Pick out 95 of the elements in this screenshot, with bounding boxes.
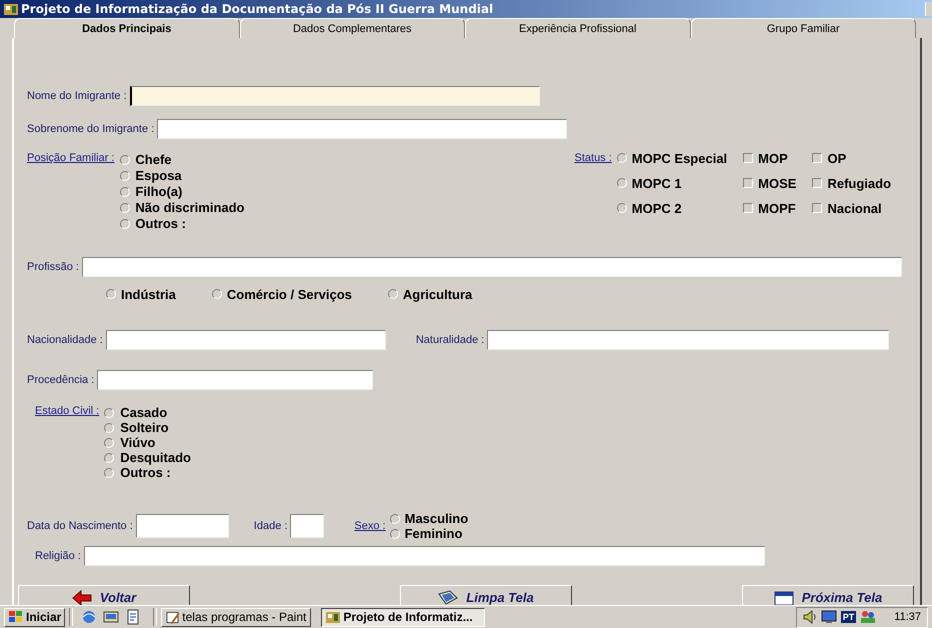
field-label[interactable]: Sexo : [354,520,386,532]
field-label: Religião : [35,550,81,562]
field-label: Nacionalidade : [27,334,103,346]
option-label: Casado [120,405,168,420]
globe-icon[interactable] [81,609,98,625]
option-label: Comércio / Serviços [226,286,352,302]
option-label: Solteiro [120,420,169,435]
monitor-icon [820,610,837,624]
windows-logo-icon [8,610,24,624]
radio-button[interactable] [120,202,130,212]
field-label: Nome do Imigrante : [27,90,127,102]
radio-button[interactable] [120,218,130,228]
option-label: Viúvo [120,435,156,450]
option-label: Refugiado [827,176,892,190]
input-field[interactable] [487,330,890,350]
input-field[interactable] [84,546,765,566]
checkbox[interactable] [812,153,822,163]
radio-button[interactable] [390,528,400,538]
radio-button[interactable] [120,170,130,180]
desktop-icon[interactable] [103,609,120,625]
speaker-icon [802,610,817,624]
option-label: MOPC Especial [632,150,728,166]
option-label: Nacional [827,200,882,216]
radio-button[interactable] [104,422,114,432]
app-icon [326,610,340,624]
option-label: Chefe [135,152,172,167]
language-indicator[interactable]: PT [840,611,856,623]
input-field[interactable] [136,514,229,538]
option-label: Masculino [404,511,468,526]
field-label: Procedência : [27,374,94,386]
option-label: MOPC 2 [632,200,682,216]
radio-button[interactable] [212,289,222,299]
input-field[interactable] [130,86,540,106]
tab[interactable]: Grupo Familiar [690,18,916,38]
option-label: Outros : [135,216,186,231]
taskbar-button[interactable]: Projeto de Informatiz... [321,608,486,626]
option-label: MOPF [758,200,796,216]
option-label: Esposa [135,168,182,183]
radio-button[interactable] [390,514,400,524]
checkbox[interactable] [812,178,822,188]
tab[interactable]: Experiência Profissional [465,18,690,38]
input-field[interactable] [290,514,324,538]
option-label: MOPC 1 [632,176,682,190]
radio-button[interactable] [616,203,627,213]
tab[interactable]: Dados Principais [14,18,240,38]
radio-button[interactable] [104,452,114,462]
checkbox[interactable] [812,203,822,213]
input-field[interactable] [82,257,902,277]
option-label: Não discriminado [135,200,244,215]
start-button[interactable]: Iniciar [4,608,66,626]
radio-button[interactable] [388,289,398,299]
clock: 11:37 [894,611,921,623]
tab[interactable]: Dados Complementares [240,18,465,38]
window-title: Projeto de Informatização da Documentação da Pós II Guerra Mundial [21,2,494,16]
button[interactable]: Voltar [18,585,190,605]
document-icon[interactable] [125,609,142,625]
field-label: Idade : [254,520,288,532]
paintbrush-icon [166,610,180,624]
field-label[interactable]: Posição Familiar : [27,152,114,164]
checkbox[interactable] [743,203,754,213]
option-label: Feminino [404,526,462,541]
checkbox[interactable] [743,153,754,163]
option-label: OP [827,150,846,166]
radio-button[interactable] [104,408,114,418]
radio-button[interactable] [106,289,116,299]
arrow-icon [72,590,92,605]
button[interactable]: Limpa Tela [400,585,572,605]
button[interactable]: Próxima Tela [742,585,914,605]
option-label: Agricultura [402,286,472,302]
field-label: Sobrenome do Imigrante : [27,123,154,135]
field-label: Naturalidade : [416,334,484,346]
option-label: Outros : [120,465,171,480]
input-field[interactable] [97,370,374,390]
option-label: MOSE [758,176,796,190]
checkbox[interactable] [743,178,754,188]
option-label: Filho(a) [135,184,182,199]
radio-button[interactable] [120,186,130,196]
radio-button[interactable] [616,153,627,163]
radio-button[interactable] [616,178,627,188]
radio-button[interactable] [104,438,114,448]
field-label[interactable]: Status : [574,152,612,164]
people-icon [860,610,876,624]
app-icon [4,2,18,16]
field-label: Data do Nascimento : [27,520,133,532]
option-label: Indústria [121,286,176,302]
eraser-icon [438,590,458,605]
option-label: MOP [758,150,788,166]
radio-button[interactable] [120,154,130,164]
input-field[interactable] [157,119,568,139]
input-field[interactable] [106,330,386,350]
option-label: Desquitado [120,450,191,465]
taskbar-button[interactable]: telas programas - Paint [161,608,312,626]
field-label: Profissão : [27,261,79,273]
field-label[interactable]: Estado Civil : [35,405,100,417]
radio-button[interactable] [104,468,114,478]
